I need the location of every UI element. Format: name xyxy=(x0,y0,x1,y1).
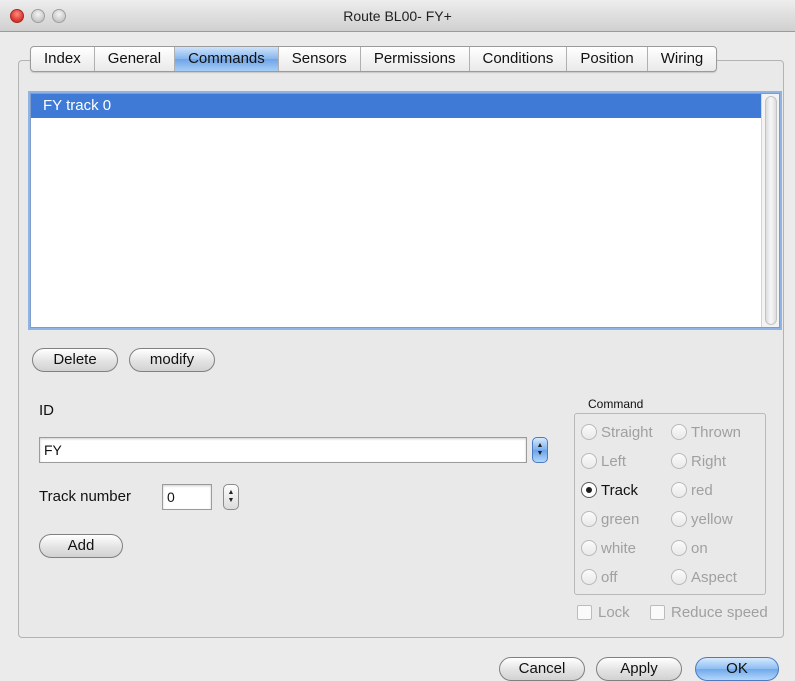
radio-label: yellow xyxy=(691,510,733,528)
radio-label: Straight xyxy=(601,423,653,441)
id-field[interactable]: FY xyxy=(39,437,527,463)
ok-button[interactable]: OK xyxy=(695,657,779,681)
radio-left[interactable]: Left xyxy=(581,451,626,471)
checkbox-icon xyxy=(577,604,592,620)
track-number-label: Track number xyxy=(39,488,131,505)
radio-label: on xyxy=(691,539,708,557)
commands-list[interactable]: FY track 0 xyxy=(30,93,780,328)
radio-circle-icon xyxy=(671,424,687,440)
id-label: ID xyxy=(39,402,54,419)
vertical-scrollbar[interactable] xyxy=(761,94,779,327)
radio-on[interactable]: on xyxy=(671,538,708,558)
chevron-up-icon: ▲ xyxy=(536,442,544,449)
track-number-field[interactable]: 0 xyxy=(162,484,212,510)
radio-track[interactable]: Track xyxy=(581,480,638,500)
radio-off[interactable]: off xyxy=(581,567,617,587)
tab-sensors[interactable]: Sensors xyxy=(279,47,361,71)
radio-right[interactable]: Right xyxy=(671,451,726,471)
modify-button[interactable]: modify xyxy=(129,348,215,372)
radio-aspect[interactable]: Aspect xyxy=(671,567,737,587)
tab-commands[interactable]: Commands xyxy=(175,47,279,71)
radio-circle-icon xyxy=(581,511,597,527)
radio-label: white xyxy=(601,539,637,557)
radio-label: off xyxy=(601,568,618,586)
radio-thrown[interactable]: Thrown xyxy=(671,422,741,442)
radio-circle-icon xyxy=(581,453,597,469)
title-bar: Route BL00- FY+ xyxy=(0,0,795,32)
radio-yellow[interactable]: yellow xyxy=(671,509,733,529)
checkbox-icon xyxy=(650,604,665,620)
add-button[interactable]: Add xyxy=(39,534,123,558)
chevron-up-icon: ▲ xyxy=(227,489,235,496)
radio-circle-icon xyxy=(671,511,687,527)
radio-straight[interactable]: Straight xyxy=(581,422,653,442)
delete-button[interactable]: Delete xyxy=(32,348,118,372)
radio-circle-icon xyxy=(671,569,687,585)
tab-position[interactable]: Position xyxy=(567,47,648,71)
command-group-title: Command xyxy=(586,397,646,411)
radio-label: Track xyxy=(601,481,638,499)
lock-label: Lock xyxy=(598,603,630,621)
cancel-button[interactable]: Cancel xyxy=(499,657,585,681)
radio-circle-icon xyxy=(581,569,597,585)
reduce-speed-label: Reduce speed xyxy=(671,603,768,621)
tab-wiring[interactable]: Wiring xyxy=(648,47,717,71)
track-number-stepper[interactable]: ▲ ▼ xyxy=(223,484,239,510)
radio-green[interactable]: green xyxy=(581,509,639,529)
radio-label: red xyxy=(691,481,713,499)
radio-circle-icon xyxy=(671,482,687,498)
radio-circle-icon xyxy=(581,540,597,556)
tab-permissions[interactable]: Permissions xyxy=(361,47,470,71)
radio-selected-icon xyxy=(581,482,597,498)
tab-general[interactable]: General xyxy=(95,47,176,71)
list-item[interactable]: FY track 0 xyxy=(31,94,761,118)
radio-label: Aspect xyxy=(691,568,737,586)
radio-circle-icon xyxy=(671,540,687,556)
radio-circle-icon xyxy=(671,453,687,469)
radio-label: Right xyxy=(691,452,727,470)
radio-red[interactable]: red xyxy=(671,480,713,500)
apply-button[interactable]: Apply xyxy=(596,657,682,681)
chevron-down-icon: ▼ xyxy=(536,450,544,457)
tab-conditions[interactable]: Conditions xyxy=(470,47,568,71)
radio-label: Thrown xyxy=(691,423,742,441)
scrollbar-thumb[interactable] xyxy=(765,96,777,325)
id-select-stepper[interactable]: ▲ ▼ xyxy=(532,437,548,463)
reduce-speed-checkbox[interactable]: Reduce speed xyxy=(650,602,768,622)
lock-checkbox[interactable]: Lock xyxy=(577,602,630,622)
radio-white[interactable]: white xyxy=(581,538,636,558)
radio-label: Left xyxy=(601,452,627,470)
chevron-down-icon: ▼ xyxy=(227,497,235,504)
tab-bar: Index General Commands Sensors Permissio… xyxy=(30,46,718,72)
window-title: Route BL00- FY+ xyxy=(343,8,452,24)
radio-circle-icon xyxy=(581,424,597,440)
radio-label: green xyxy=(601,510,640,528)
tab-index[interactable]: Index xyxy=(31,47,95,71)
